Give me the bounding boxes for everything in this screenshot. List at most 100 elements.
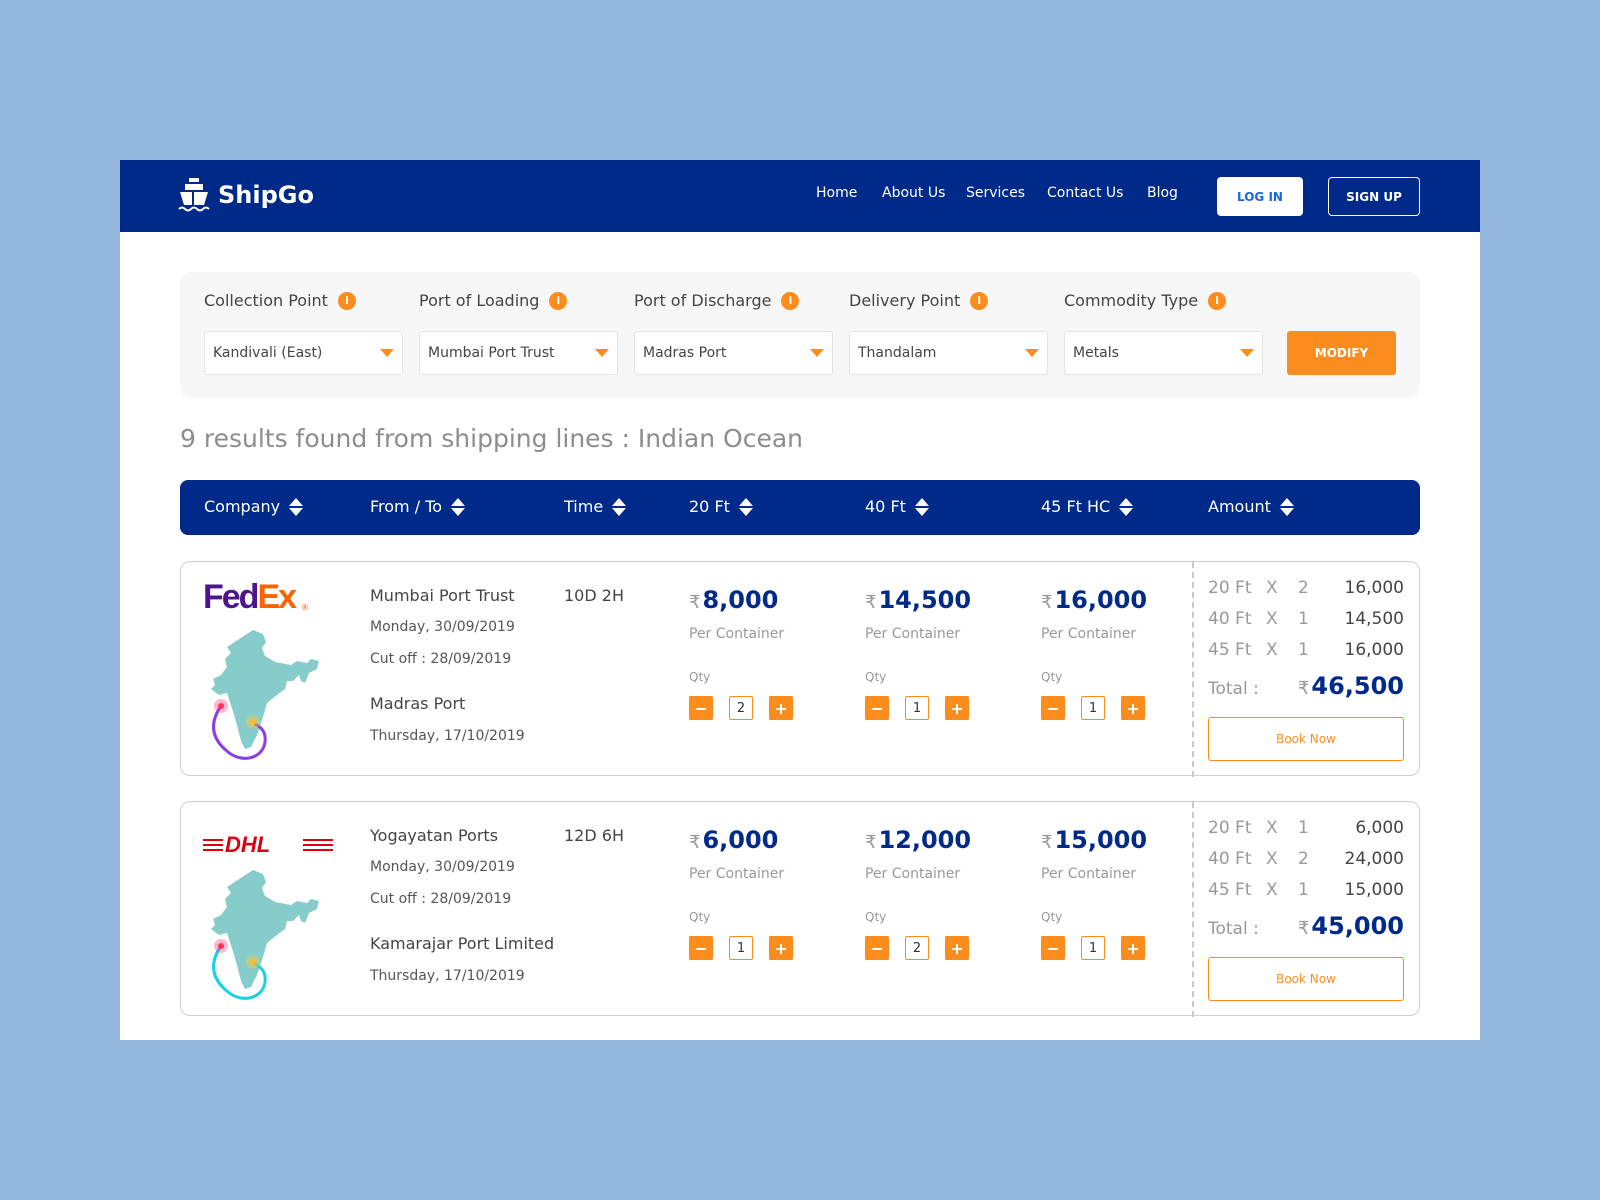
qty-decrement-button[interactable]: − [689,696,713,720]
sort-icon[interactable] [738,497,753,516]
column-header-time[interactable]: Time [564,497,627,516]
info-icon[interactable]: i [1208,291,1227,310]
qty-increment-button[interactable]: + [945,696,969,720]
info-icon[interactable]: i [337,291,356,310]
total-label: Total : [1208,919,1259,939]
info-icon[interactable]: i [549,291,568,310]
qty-decrement-button[interactable]: − [689,936,713,960]
price-value: 8,000 [702,586,779,614]
filter-label: Collection Point i [204,291,356,310]
result-card: DHL Yogayatan Ports Monday, 30/09/2019 Cut … [180,801,1420,1017]
total-amount: ₹45,000 [1298,912,1404,940]
modify-button[interactable]: MODIFY [1287,331,1396,375]
times: X [1266,818,1278,838]
arrival-date: Thursday, 17/10/2019 [370,728,525,744]
nav-services[interactable]: Services [966,185,1025,201]
destination-port: Madras Port [370,694,466,713]
rupee-icon: ₹ [689,832,701,853]
price-per-container: ₹15,000 [1041,826,1147,854]
info-icon[interactable]: i [970,291,989,310]
qty-increment-button[interactable]: + [945,936,969,960]
sort-icon[interactable] [451,497,466,516]
nav-contact[interactable]: Contact Us [1047,185,1123,201]
qty-input[interactable]: 1 [729,936,753,960]
select-value: Mumbai Port Trust [428,345,555,361]
departure-date: Monday, 30/09/2019 [370,859,515,875]
departure-date: Monday, 30/09/2019 [370,619,515,635]
per-container-label: Per Container [1041,866,1137,882]
info-icon[interactable]: i [781,291,800,310]
qty-input[interactable]: 1 [905,696,929,720]
price-per-container: ₹16,000 [1041,586,1147,614]
price-value: 15,000 [1054,826,1148,854]
column-header-company[interactable]: Company [204,497,304,516]
sort-icon[interactable] [612,497,627,516]
column-label: From / To [370,497,443,516]
cutoff-date: Cut off : 28/09/2019 [370,891,512,907]
filter-select-port-of-discharge[interactable]: Madras Port [634,331,833,375]
nav-blog[interactable]: Blog [1147,185,1178,201]
qty-input[interactable]: 2 [905,936,929,960]
filter-select-commodity-type[interactable]: Metals [1064,331,1263,375]
rupee-icon: ₹ [689,592,701,613]
filter-label: Port of Discharge i [634,291,800,310]
qty-decrement-button[interactable]: − [1041,936,1065,960]
chevron-down-icon [810,349,824,357]
sort-icon[interactable] [1279,497,1294,516]
sort-icon[interactable] [914,497,929,516]
qty-increment-button[interactable]: + [1121,696,1145,720]
column-header-45-ft-hc[interactable]: 45 Ft HC [1041,497,1134,516]
transit-time: 12D 6H [564,826,624,845]
times: X [1266,880,1278,900]
per-container-label: Per Container [689,866,785,882]
logo[interactable]: ShipGo [178,177,314,213]
filter-label: Delivery Point i [849,291,989,310]
per-container-label: Per Container [689,626,785,642]
price-per-container: ₹12,000 [865,826,971,854]
nav-about[interactable]: About Us [882,185,945,201]
column-label: Time [564,497,604,516]
filter-select-collection-point[interactable]: Kandivali (East) [204,331,403,375]
select-value: Madras Port [643,345,727,361]
qty-increment-button[interactable]: + [769,936,793,960]
line-amount: 16,000 [1344,640,1404,660]
count: 1 [1298,609,1309,629]
qty-input[interactable]: 2 [729,696,753,720]
qty-input[interactable]: 1 [1081,936,1105,960]
sort-icon[interactable] [289,497,304,516]
qty-input[interactable]: 1 [1081,696,1105,720]
qty-increment-button[interactable]: + [769,696,793,720]
qty-decrement-button[interactable]: − [865,696,889,720]
total-amount: ₹46,500 [1298,672,1404,700]
transit-time: 10D 2H [564,586,624,605]
column-header-20-ft[interactable]: 20 Ft [689,497,753,516]
login-button[interactable]: LOG IN [1217,177,1303,216]
price-value: 16,000 [1054,586,1148,614]
column-header-40-ft[interactable]: 40 Ft [865,497,929,516]
book-now-button[interactable]: Book Now [1208,957,1404,1001]
column-header-amount[interactable]: Amount [1208,497,1294,516]
origin-port: Yogayatan Ports [370,826,499,845]
filter-select-port-of-loading[interactable]: Mumbai Port Trust [419,331,618,375]
summary-row: 20 Ft X 1 6,000 [1208,818,1404,838]
qty-label: Qty [1041,670,1063,684]
column-label: 20 Ft [689,497,730,516]
results-table-header: Company From / To Time 20 Ft 40 Ft 45 Ft HC Am… [180,480,1420,535]
price-per-container: ₹6,000 [689,826,778,854]
sort-icon[interactable] [1119,497,1134,516]
total-value: 46,500 [1311,672,1404,700]
route-map [203,630,323,769]
signup-button[interactable]: SIGN UP [1328,177,1420,216]
column-header-from-to[interactable]: From / To [370,497,466,516]
price-per-container: ₹14,500 [865,586,971,614]
nav-home[interactable]: Home [816,185,857,201]
filter-select-delivery-point[interactable]: Thandalam [849,331,1048,375]
count: 2 [1298,578,1309,598]
qty-decrement-button[interactable]: − [1041,696,1065,720]
filter-label-text: Commodity Type [1064,291,1199,310]
per-container-label: Per Container [865,866,961,882]
book-now-button[interactable]: Book Now [1208,717,1404,761]
top-navbar: ShipGo Home About Us Services Contact Us… [120,160,1480,232]
qty-decrement-button[interactable]: − [865,936,889,960]
qty-increment-button[interactable]: + [1121,936,1145,960]
